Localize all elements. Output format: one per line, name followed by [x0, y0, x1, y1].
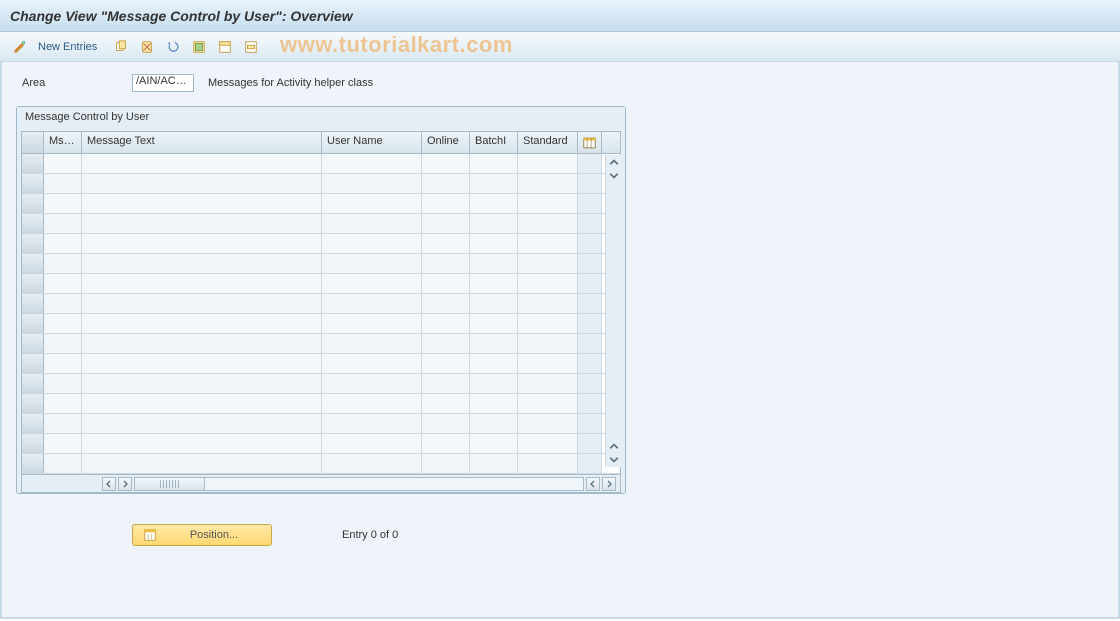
table-row[interactable]	[22, 454, 620, 474]
scroll-left-end-button[interactable]	[586, 477, 600, 491]
table-row[interactable]	[22, 254, 620, 274]
scroll-up-end-button[interactable]	[608, 441, 620, 453]
deselect-icon	[244, 40, 258, 54]
deselect-all-button[interactable]	[241, 37, 261, 57]
table-config-icon	[583, 136, 596, 150]
configure-columns-button[interactable]	[578, 132, 602, 153]
area-input[interactable]: /AIN/AC…	[132, 74, 194, 92]
delete-button[interactable]	[137, 37, 157, 57]
select-all-button[interactable]	[189, 37, 209, 57]
table-row[interactable]	[22, 434, 620, 454]
col-select-all[interactable]	[22, 132, 44, 153]
table-row[interactable]	[22, 394, 620, 414]
undo-icon	[166, 40, 180, 54]
grid-header: Msg... Message Text User Name Online Bat…	[22, 132, 620, 154]
col-msg[interactable]: Msg...	[44, 132, 82, 153]
select-block-button[interactable]	[215, 37, 235, 57]
grid-body	[22, 154, 620, 474]
table-row[interactable]	[22, 374, 620, 394]
toolbar: New Entries	[0, 32, 1120, 62]
page-title: Change View "Message Control by User": O…	[10, 8, 353, 24]
table-row[interactable]	[22, 334, 620, 354]
scroll-up-group	[608, 157, 620, 181]
scroll-down-end-button[interactable]	[608, 453, 620, 465]
area-label: Area	[22, 77, 122, 89]
table-row[interactable]	[22, 174, 620, 194]
table-row[interactable]	[22, 154, 620, 174]
message-control-panel: Message Control by User Msg... Message T…	[16, 106, 626, 494]
table-row[interactable]	[22, 294, 620, 314]
data-grid: Msg... Message Text User Name Online Bat…	[21, 131, 621, 493]
chevron-down-icon	[609, 454, 619, 464]
position-label: Position...	[167, 529, 261, 541]
chevron-left-icon	[589, 480, 597, 488]
entry-counter: Entry 0 of 0	[342, 529, 398, 541]
table-row[interactable]	[22, 214, 620, 234]
change-display-toggle-button[interactable]	[10, 37, 30, 57]
table-row[interactable]	[22, 274, 620, 294]
chevron-right-icon	[605, 480, 613, 488]
chevron-left-icon	[105, 480, 113, 488]
horizontal-scrollbar[interactable]	[22, 474, 620, 492]
table-row[interactable]	[22, 414, 620, 434]
col-message-text[interactable]: Message Text	[82, 132, 322, 153]
select-all-icon	[192, 40, 206, 54]
position-button[interactable]: Position...	[132, 524, 272, 546]
select-block-icon	[218, 40, 232, 54]
position-icon	[143, 528, 157, 542]
table-row[interactable]	[22, 194, 620, 214]
table-row[interactable]	[22, 234, 620, 254]
content-frame: Area /AIN/AC… Messages for Activity help…	[0, 62, 1120, 619]
scroll-left-button[interactable]	[102, 477, 116, 491]
delete-icon	[140, 40, 154, 54]
scroll-down-group	[608, 441, 620, 465]
scroll-thumb[interactable]	[135, 478, 205, 490]
copy-icon	[114, 40, 128, 54]
undo-button[interactable]	[163, 37, 183, 57]
col-standard[interactable]: Standard	[518, 132, 578, 153]
chevron-up-icon	[609, 442, 619, 452]
table-row[interactable]	[22, 314, 620, 334]
grid-wrapper: Msg... Message Text User Name Online Bat…	[17, 127, 625, 493]
col-batchi[interactable]: BatchI	[470, 132, 518, 153]
footer-row: Position... Entry 0 of 0	[2, 494, 1118, 556]
filter-row: Area /AIN/AC… Messages for Activity help…	[2, 62, 1118, 102]
pencil-glasses-icon	[13, 40, 27, 54]
chevron-up-icon	[609, 158, 619, 168]
chevron-right-icon	[121, 480, 129, 488]
area-description: Messages for Activity helper class	[208, 77, 373, 89]
col-user-name[interactable]: User Name	[322, 132, 422, 153]
titlebar: Change View "Message Control by User": O…	[0, 0, 1120, 32]
vertical-scrollbar[interactable]	[605, 155, 621, 467]
copy-as-button[interactable]	[111, 37, 131, 57]
new-entries-button[interactable]: New Entries	[36, 41, 99, 53]
scroll-down-button[interactable]	[608, 169, 620, 181]
scroll-right-button[interactable]	[118, 477, 132, 491]
scroll-right-end-button[interactable]	[602, 477, 616, 491]
scroll-up-button[interactable]	[608, 157, 620, 169]
table-row[interactable]	[22, 354, 620, 374]
chevron-down-icon	[609, 170, 619, 180]
col-online[interactable]: Online	[422, 132, 470, 153]
panel-title: Message Control by User	[17, 107, 625, 127]
scroll-track[interactable]	[134, 477, 584, 491]
